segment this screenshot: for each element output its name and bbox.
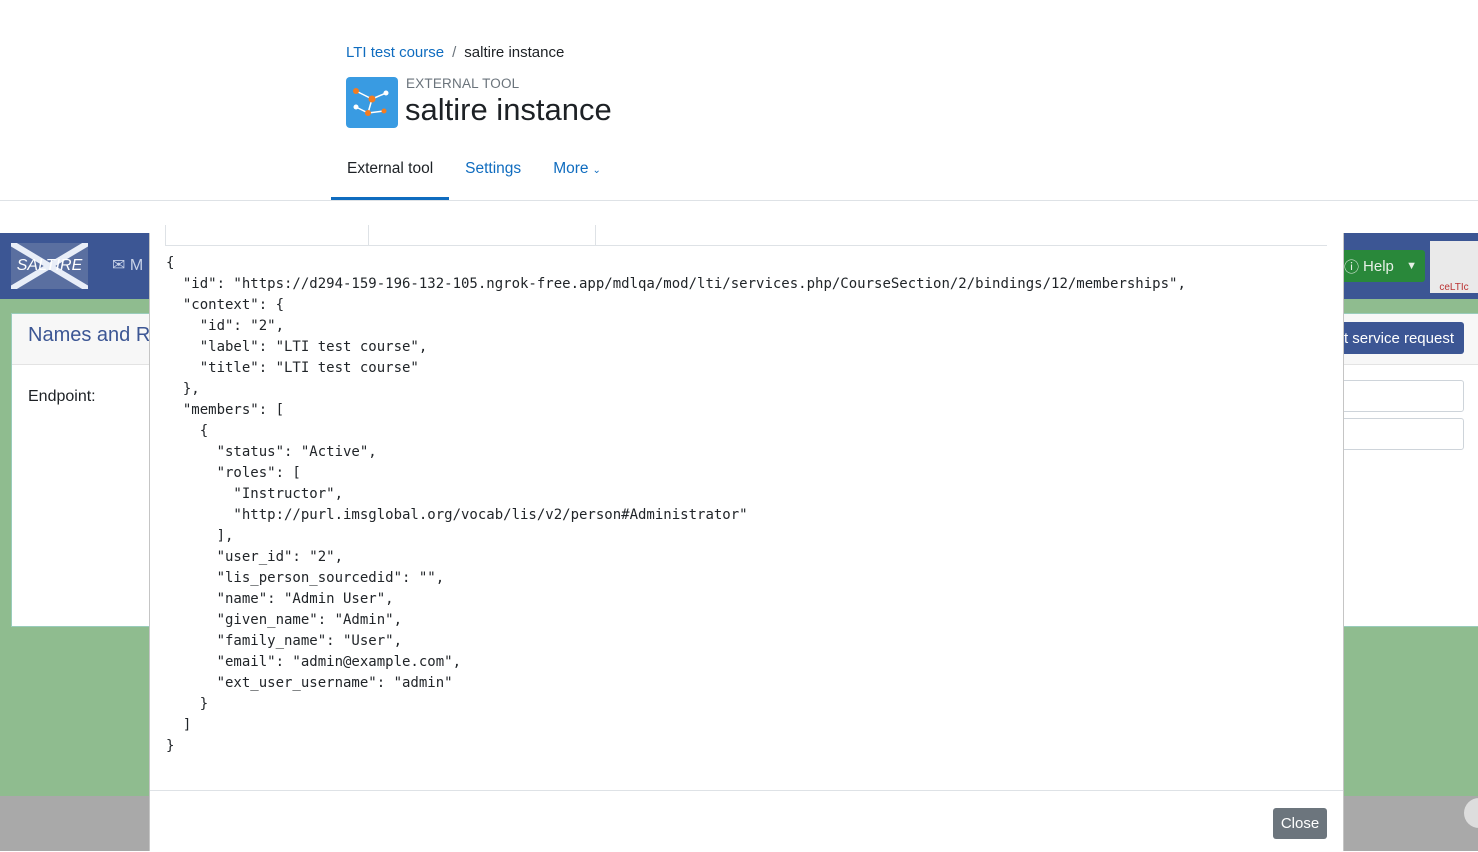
modal-tab-strip [165, 225, 1327, 246]
secondary-navigation: External tool Settings More ⌄ [331, 150, 617, 200]
endpoint-input[interactable] [1328, 380, 1464, 412]
response-modal: { "id": "https://d294-159-196-132-105.ng… [149, 225, 1344, 852]
tab-settings[interactable]: Settings [449, 150, 537, 200]
endpoint-label: Endpoint: [28, 388, 96, 405]
moodle-page-header: LTI test course / saltire instance EXTER… [0, 0, 1478, 201]
nav-item-label: M [129, 257, 144, 274]
celtic-logo[interactable]: ceLTIc [1430, 241, 1478, 293]
caret-down-icon: ▼ [1406, 260, 1417, 272]
help-label: Help [1363, 257, 1394, 275]
options-input[interactable] [1328, 418, 1464, 450]
network-graph-icon [353, 88, 389, 116]
celtic-logo-text: ceLTIc [1439, 282, 1469, 293]
saltire-logo[interactable]: SALTIRE [11, 243, 88, 289]
help-dropdown[interactable]: ⓘ Help ▼ [1340, 250, 1425, 282]
saltire-logo-text: SALTIRE [16, 257, 83, 274]
tab-more[interactable]: More ⌄ [537, 150, 617, 200]
close-button[interactable]: Close [1273, 808, 1327, 839]
tab-external-tool[interactable]: External tool [331, 150, 450, 200]
tab-more-label: More [553, 160, 589, 177]
modal-tab-divider [595, 225, 596, 246]
breadcrumb-course-link[interactable]: LTI test course [346, 44, 444, 61]
test-service-request-button[interactable]: st service request [1328, 322, 1464, 354]
modal-footer: Close [150, 790, 1343, 852]
breadcrumb: LTI test course / saltire instance [346, 44, 564, 61]
modal-tab-request[interactable] [165, 225, 369, 246]
help-icon: ⓘ [1344, 258, 1360, 276]
nav-item-messages[interactable]: ✉ M [112, 255, 143, 275]
lti-network-icon [346, 77, 398, 128]
chevron-down-icon: ⌄ [592, 165, 601, 176]
breadcrumb-separator: / [452, 44, 457, 61]
card-title: Names and R [28, 324, 151, 346]
page-title: saltire instance [405, 92, 612, 127]
breadcrumb-current: saltire instance [464, 44, 565, 61]
json-response-body: { "id": "https://d294-159-196-132-105.ng… [166, 255, 1186, 754]
activity-type-label: EXTERNAL TOOL [406, 76, 520, 91]
